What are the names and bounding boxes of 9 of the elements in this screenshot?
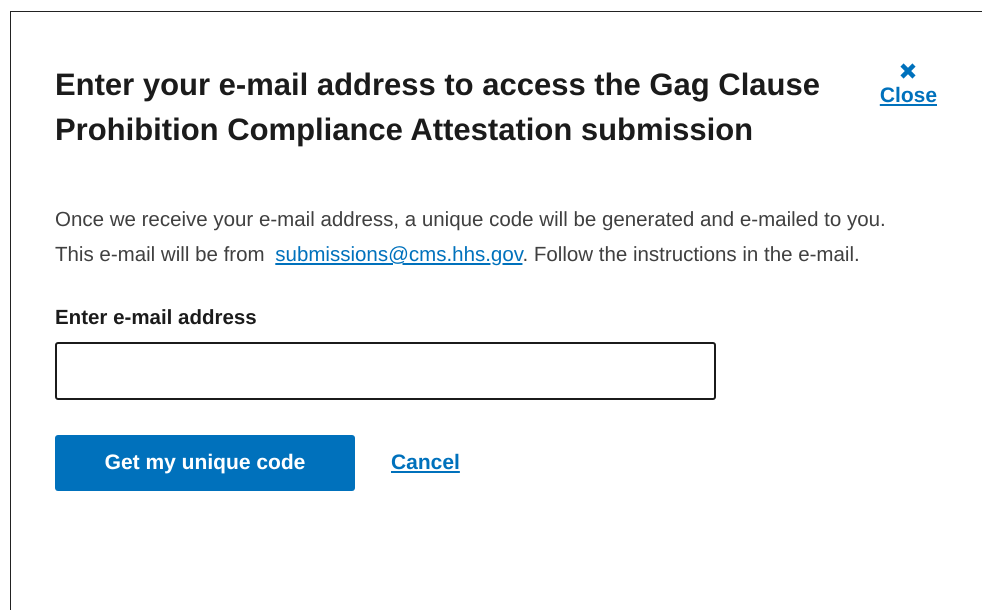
cancel-link[interactable]: Cancel	[391, 451, 460, 475]
field-label: Enter e-mail address	[55, 306, 258, 330]
dialog-title: Enter your e-mail address to access the Gag Clause Prohibition Compliance Attestation submission	[55, 66, 821, 149]
submit-button[interactable]: Get my unique code	[55, 435, 355, 491]
close-icon	[899, 62, 918, 80]
instructions-text: Once we receive your e-mail address, a unique code will be generated and e-mailed to you. This e-mail will be from submissions@cms.hhs.gov. Follow the instructions in the e-mail.	[55, 207, 887, 268]
close-button[interactable]: Close	[880, 62, 937, 108]
email-input[interactable]	[55, 342, 716, 400]
email-link[interactable]: submissions@cms.hhs.gov	[275, 243, 522, 266]
